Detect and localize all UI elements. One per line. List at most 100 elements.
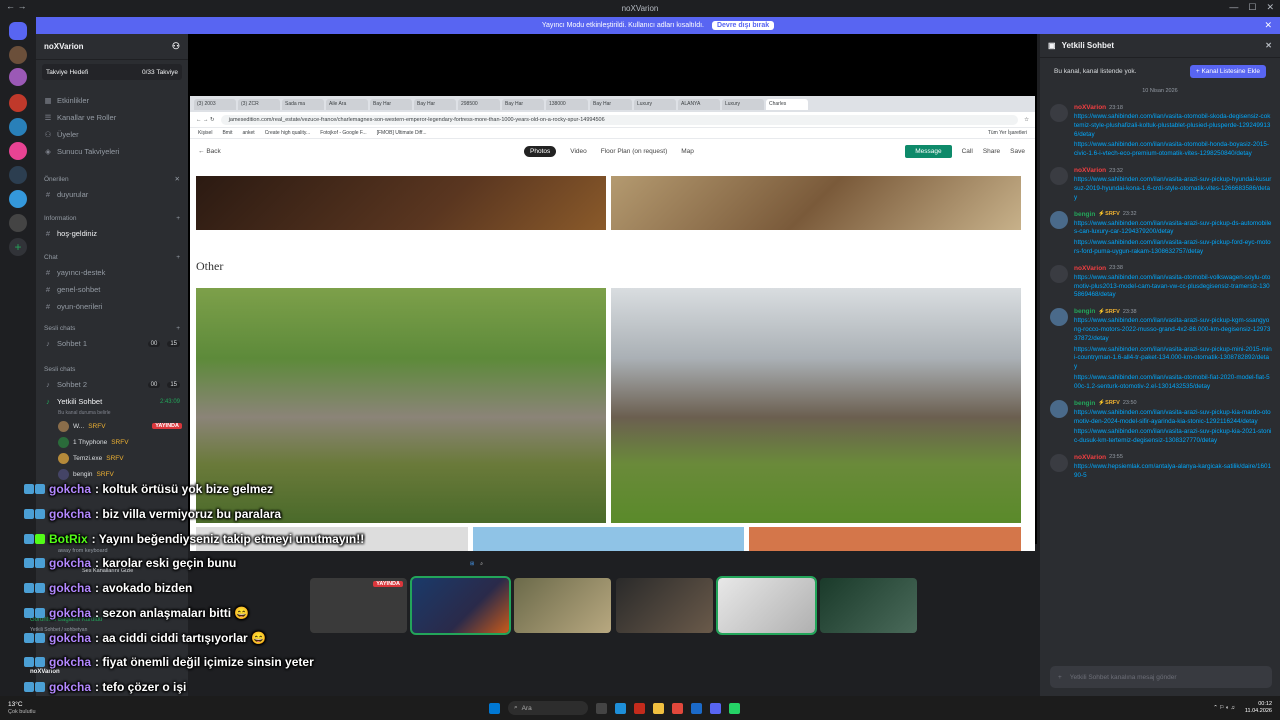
channel-yayinci-destek[interactable]: # yayıncı-destek bbox=[36, 264, 188, 281]
voice-sohbet-1[interactable]: ♪ Sohbet 1 00 15 bbox=[36, 335, 188, 352]
bookmark[interactable]: [FMOB] Ultimate Diff... bbox=[377, 130, 427, 136]
save-button[interactable]: Save bbox=[1010, 148, 1025, 155]
clock[interactable]: 00:12 11.04.2026 bbox=[1245, 701, 1272, 714]
avatar[interactable] bbox=[1050, 308, 1068, 327]
tray-icons[interactable]: ⌃ ⚐ ◐ ♫ bbox=[1213, 705, 1235, 711]
browser-tab[interactable]: 298500 bbox=[458, 98, 500, 110]
channel-oyun-onerileri[interactable]: # oyun-önerileri bbox=[36, 298, 188, 315]
current-user[interactable]: noXVarion bbox=[30, 669, 60, 675]
browser-tab[interactable]: Sada ma bbox=[282, 98, 324, 110]
bookmark[interactable]: Create high quality... bbox=[265, 130, 311, 136]
share-button[interactable]: Share bbox=[983, 148, 1000, 155]
message-link[interactable]: https://www.sahibinden.com/ilan/vasita-a… bbox=[1074, 428, 1272, 446]
tab-map[interactable]: Map bbox=[681, 148, 694, 155]
whatsapp-icon[interactable] bbox=[729, 702, 740, 714]
close-icon[interactable]: ✕ bbox=[175, 175, 180, 183]
voice-user[interactable]: 1 Thyphone SRFV bbox=[36, 434, 188, 450]
nav-arrows-icon[interactable]: ← → bbox=[6, 1, 27, 11]
avatar[interactable] bbox=[1050, 210, 1068, 229]
category-voice[interactable]: Sesli chats + bbox=[36, 321, 188, 335]
server-icon[interactable] bbox=[9, 68, 27, 86]
all-bookmarks[interactable]: Tüm Yer İşaretleri bbox=[988, 130, 1027, 136]
voice-user[interactable]: W... SRFV YAYINDA bbox=[36, 418, 188, 434]
video-tile-camera[interactable] bbox=[616, 578, 713, 633]
voice-user[interactable]: Temzi.exe SRFV bbox=[36, 450, 188, 466]
category-oneriler[interactable]: Önerilen ✕ bbox=[36, 172, 188, 186]
video-tile-camera[interactable] bbox=[820, 578, 917, 633]
server-header[interactable]: noXVarion ⚇ bbox=[36, 34, 188, 60]
voice-sohbet-2[interactable]: ♪ Sohbet 2 00 15 bbox=[36, 376, 188, 393]
message-author[interactable]: noXVarion bbox=[1074, 104, 1106, 111]
message-author[interactable]: bengin bbox=[1074, 308, 1095, 315]
close-icon[interactable]: ✕ bbox=[1265, 41, 1272, 50]
message-link[interactable]: https://www.sahibinden.com/ilan/vasita-a… bbox=[1074, 239, 1272, 257]
boost-goal[interactable]: Takviye Hedefi 0/33 Takviye bbox=[42, 64, 182, 80]
message-input[interactable]: + Yetkili Sohbet kanalına mesaj gönder bbox=[1050, 666, 1272, 688]
discord-icon[interactable] bbox=[710, 702, 721, 714]
message-link[interactable]: https://www.sahibinden.com/ilan/vasita-o… bbox=[1074, 374, 1272, 392]
listing-photo[interactable] bbox=[611, 176, 1021, 230]
add-server-icon[interactable]: + bbox=[9, 238, 27, 256]
video-tile-camera[interactable] bbox=[716, 576, 817, 635]
close-icon[interactable]: ✕ bbox=[1264, 20, 1272, 31]
star-icon[interactable]: ☆ bbox=[1024, 117, 1029, 123]
taskbar-search[interactable]: ⌕ Ara bbox=[508, 701, 588, 715]
bookmark[interactable]: anket bbox=[242, 130, 254, 136]
channel-genel-sohbet[interactable]: # genel-sohbet bbox=[36, 281, 188, 298]
browser-tab[interactable]: (3) ZCR bbox=[238, 98, 280, 110]
server-icon[interactable] bbox=[9, 142, 27, 160]
server-icon[interactable] bbox=[9, 46, 27, 64]
add-channel-icon[interactable]: + bbox=[176, 325, 180, 332]
server-icon[interactable] bbox=[9, 94, 27, 112]
tab-floor-plan[interactable]: Floor Plan (on request) bbox=[601, 148, 667, 155]
add-channel-icon[interactable]: + bbox=[176, 254, 180, 261]
add-channel-icon[interactable]: + bbox=[176, 215, 180, 222]
message-link[interactable]: https://www.sahibinden.com/ilan/vasita-o… bbox=[1074, 113, 1272, 139]
video-tile-camera[interactable] bbox=[514, 578, 611, 633]
message-link[interactable]: https://www.sahibinden.com/ilan/vasita-o… bbox=[1074, 141, 1272, 159]
discord-home-icon[interactable] bbox=[9, 22, 27, 40]
avatar[interactable] bbox=[1050, 104, 1068, 122]
browser-tab[interactable]: Aile Ara bbox=[326, 98, 368, 110]
browser-tab[interactable]: Bay Har bbox=[370, 98, 412, 110]
url-input[interactable]: jamesedition.com/real_estate/vezuce-fran… bbox=[220, 114, 1019, 125]
message-link[interactable]: https://www.hepsiemlak.com/antalya-alany… bbox=[1074, 463, 1272, 481]
weather-widget[interactable]: 13°C Çok bulutlu bbox=[8, 701, 36, 714]
listing-photo[interactable] bbox=[749, 527, 1021, 551]
tab-video[interactable]: Video bbox=[570, 148, 587, 155]
browser-tab[interactable]: 138000 bbox=[546, 98, 588, 110]
voice-yetkili-sohbet[interactable]: ♪ Yetkili Sohbet 2:43:09 bbox=[36, 393, 188, 410]
message-author[interactable]: bengin bbox=[1074, 400, 1095, 407]
menu-channels-roles[interactable]: ☰ Kanallar ve Roller bbox=[36, 109, 188, 126]
avatar[interactable] bbox=[1050, 167, 1068, 186]
plus-icon[interactable]: + bbox=[1058, 674, 1062, 681]
menu-members[interactable]: ⚇ Üyeler bbox=[36, 126, 188, 143]
listing-photo[interactable] bbox=[473, 527, 744, 551]
browser-tab[interactable]: Luxury bbox=[634, 98, 676, 110]
nav-arrows-icon[interactable]: ← → ↻ bbox=[196, 117, 215, 123]
message-author[interactable]: noXVarion bbox=[1074, 167, 1106, 174]
browser-tab[interactable]: (3) 2003 bbox=[194, 98, 236, 110]
message-author[interactable]: bengin bbox=[1074, 211, 1095, 218]
message-link[interactable]: https://www.sahibinden.com/ilan/vasita-a… bbox=[1074, 346, 1272, 372]
app-icon[interactable] bbox=[691, 702, 702, 714]
video-tile-stream[interactable]: YAYINDA bbox=[310, 578, 407, 633]
disable-streamer-mode-button[interactable]: Devre dışı bırak bbox=[711, 21, 775, 30]
server-icon[interactable] bbox=[9, 118, 27, 136]
menu-events[interactable]: ▦ Etkinlikler bbox=[36, 92, 188, 109]
message-link[interactable]: https://www.sahibinden.com/ilan/vasita-a… bbox=[1074, 317, 1272, 343]
menu-boosts[interactable]: ◈ Sunucu Takviyeleri bbox=[36, 143, 188, 160]
close-button[interactable]: ✕ bbox=[1266, 2, 1274, 13]
add-member-icon[interactable]: ⚇ bbox=[172, 41, 180, 52]
voice-user[interactable]: bengin SRFV bbox=[36, 466, 188, 482]
category-chat[interactable]: Chat + bbox=[36, 250, 188, 264]
message-link[interactable]: https://www.sahibinden.com/ilan/vasita-a… bbox=[1074, 409, 1272, 427]
browser-tab[interactable]: ALANYA bbox=[678, 98, 720, 110]
server-icon[interactable] bbox=[9, 166, 27, 184]
category-information[interactable]: Information + bbox=[36, 211, 188, 225]
message-link[interactable]: https://www.sahibinden.com/ilan/vasita-a… bbox=[1074, 176, 1272, 202]
back-link[interactable]: ← Back bbox=[198, 148, 278, 155]
video-tile-camera[interactable] bbox=[410, 576, 511, 635]
call-button[interactable]: Call bbox=[962, 148, 973, 155]
category-voice[interactable]: Sesli chats bbox=[36, 362, 188, 376]
